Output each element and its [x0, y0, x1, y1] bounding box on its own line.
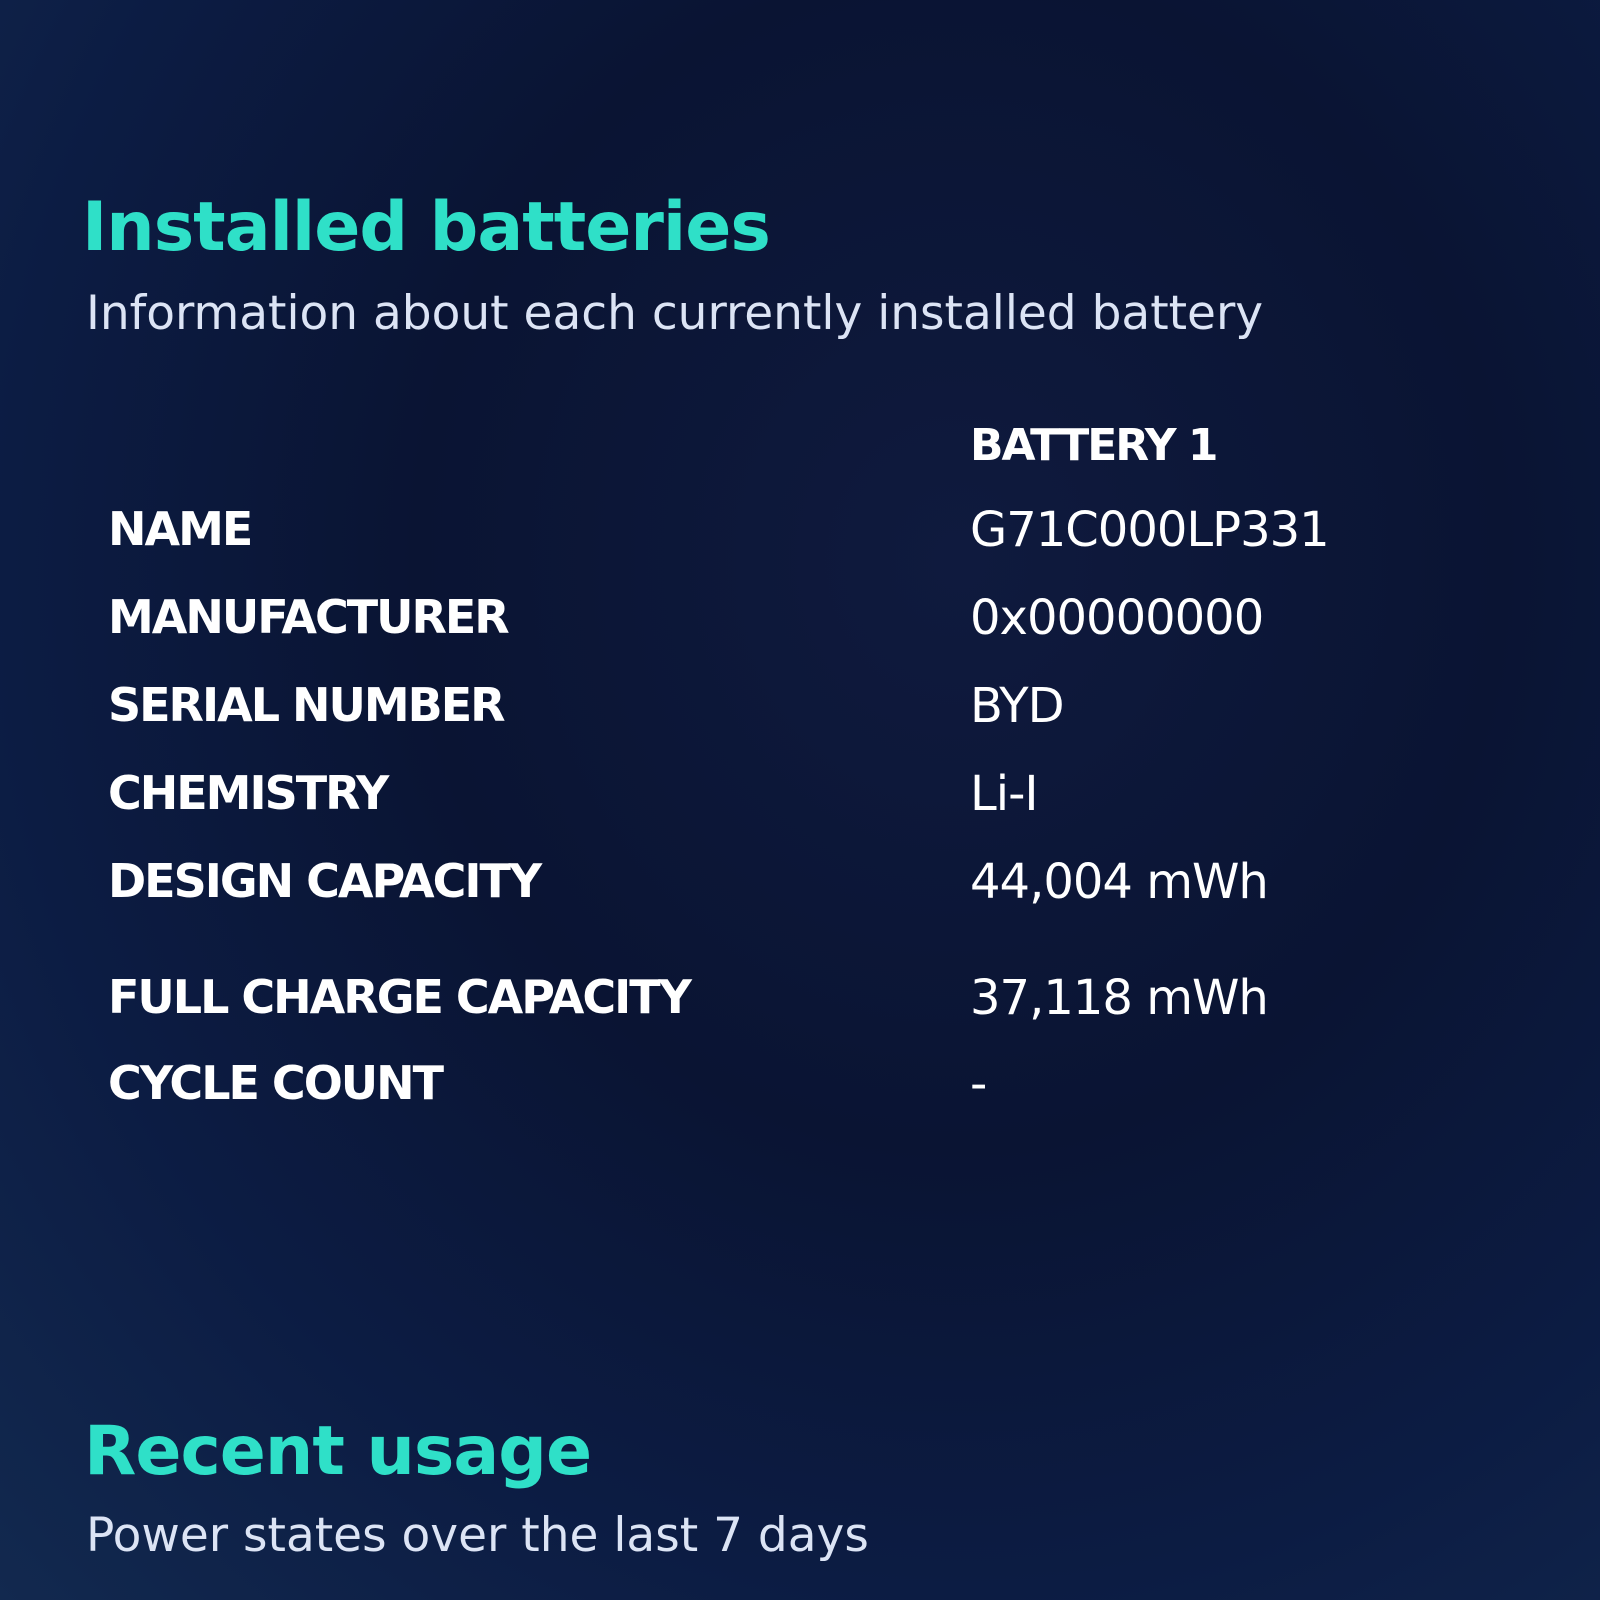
- battery-report: Installed batteries Information about ea…: [0, 0, 1600, 1600]
- recent-usage-subtitle: Power states over the last 7 days: [86, 1508, 869, 1563]
- row-value: G71C000LP331: [970, 502, 1330, 558]
- row-value: Li-I: [970, 766, 1039, 822]
- recent-usage-heading: Recent usage: [84, 1412, 592, 1491]
- row-label: MANUFACTURER: [108, 590, 510, 644]
- row-label: NAME: [108, 502, 253, 556]
- table-row-chemistry: CHEMISTRY Li-I: [108, 766, 1468, 836]
- row-value: 37,118 mWh: [970, 970, 1269, 1026]
- row-label: CYCLE COUNT: [108, 1056, 444, 1110]
- row-label: SERIAL NUMBER: [108, 678, 506, 732]
- row-value: 44,004 mWh: [970, 854, 1269, 910]
- row-label: CHEMISTRY: [108, 766, 389, 820]
- battery-column-header: BATTERY 1: [970, 420, 1219, 471]
- row-value: 0x00000000: [970, 590, 1264, 646]
- table-row-serial-number: SERIAL NUMBER BYD: [108, 678, 1468, 748]
- row-label: FULL CHARGE CAPACITY: [108, 970, 692, 1024]
- table-row-name: NAME G71C000LP331: [108, 502, 1468, 572]
- installed-batteries-heading: Installed batteries: [82, 188, 771, 267]
- table-row-design-capacity: DESIGN CAPACITY 44,004 mWh: [108, 854, 1468, 924]
- table-row-manufacturer: MANUFACTURER 0x00000000: [108, 590, 1468, 660]
- installed-batteries-subtitle: Information about each currently install…: [86, 286, 1264, 341]
- table-row-full-charge-capacity: FULL CHARGE CAPACITY 37,118 mWh: [108, 970, 1468, 1040]
- row-value: BYD: [970, 678, 1065, 734]
- row-label: DESIGN CAPACITY: [108, 854, 542, 908]
- row-value: -: [970, 1056, 987, 1112]
- table-row-cycle-count: CYCLE COUNT -: [108, 1056, 1468, 1126]
